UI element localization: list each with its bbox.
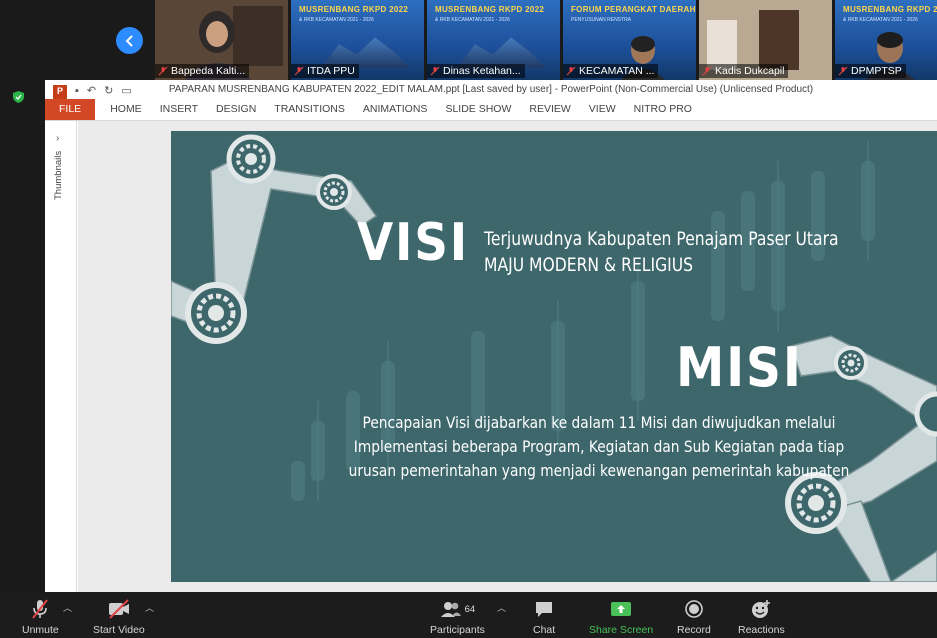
visi-line-2: MAJU MODERN & RELIGIUS xyxy=(484,254,694,276)
tab-review[interactable]: REVIEW xyxy=(520,99,579,120)
chevron-left-icon xyxy=(125,34,133,47)
participant-name-label: KECAMATAN ... xyxy=(563,64,659,78)
robot-arm-left xyxy=(171,134,378,344)
mic-muted-icon xyxy=(30,598,50,620)
slide-artwork xyxy=(171,134,937,582)
slide-canvas-area: VISI Terjuwudnya Kabupaten Penajam Paser… xyxy=(78,121,937,592)
misi-line-1: Pencapaian Visi dijabarkan ke dalam 11 M… xyxy=(362,413,836,432)
visi-statement: Terjuwudnya Kabupaten Penajam Paser Utar… xyxy=(484,226,839,278)
mic-muted-icon xyxy=(566,66,576,76)
gallery-back-button[interactable] xyxy=(116,27,143,54)
start-video-button[interactable]: Start Video xyxy=(93,598,145,636)
participant-tile[interactable]: MUSRENBANG RKPD 2022 & RKB KECAMATAN 202… xyxy=(427,0,560,80)
misi-heading: MISI xyxy=(676,336,803,399)
banner-title: MUSRENBANG RKPD 2022 xyxy=(299,5,409,14)
participants-count: 64 xyxy=(464,603,476,615)
video-options-caret[interactable]: ︿ xyxy=(145,601,154,614)
tab-design[interactable]: DESIGN xyxy=(207,99,265,120)
misi-statement: Pencapaian Visi dijabarkan ke dalam 11 M… xyxy=(332,411,865,483)
participant-tile[interactable]: Kadis Dukcapil xyxy=(699,0,832,80)
participant-name-label: ITDA PPU xyxy=(291,64,359,78)
slide[interactable]: VISI Terjuwudnya Kabupaten Penajam Paser… xyxy=(171,131,937,582)
participants-button[interactable]: 64 Participants xyxy=(430,598,485,636)
unmute-button[interactable]: Unmute xyxy=(22,598,59,636)
tab-transitions[interactable]: TRANSITIONS xyxy=(265,99,354,120)
chat-button[interactable]: Chat xyxy=(533,598,555,636)
participant-name-label: Dinas Ketahan... xyxy=(427,64,525,78)
audio-options-caret[interactable]: ︿ xyxy=(63,601,72,614)
thumbnails-label: Thumbnails xyxy=(53,151,64,201)
encryption-shield-icon[interactable] xyxy=(13,91,24,103)
reactions-button[interactable]: Reactions xyxy=(738,598,785,636)
participant-gallery-strip: Bappeda Kalti... MUSRENBANG RKPD 2022 & … xyxy=(0,0,937,80)
meeting-controls-toolbar: Unmute ︿ Start Video ︿ 64 Participants ︿… xyxy=(0,592,937,638)
banner-artwork xyxy=(321,37,411,68)
participants-options-caret[interactable]: ︿ xyxy=(497,601,506,614)
mic-muted-icon xyxy=(430,66,440,76)
participant-name-label: DPMPTSP xyxy=(835,64,906,78)
tab-slide-show[interactable]: SLIDE SHOW xyxy=(436,99,520,120)
video-off-icon xyxy=(107,598,131,620)
participant-tile[interactable]: MUSRENBANG RKPD 2022 & RKB KECAMATAN 202… xyxy=(291,0,424,80)
expand-thumbnails-icon[interactable]: › xyxy=(56,133,59,144)
ribbon-tabs: FILE HOME INSERT DESIGN TRANSITIONS ANIM… xyxy=(45,99,937,120)
visi-line-1: Terjuwudnya Kabupaten Penajam Paser Utar… xyxy=(484,228,839,250)
tab-view[interactable]: VIEW xyxy=(580,99,625,120)
tab-file[interactable]: FILE xyxy=(45,99,96,120)
record-icon xyxy=(684,598,704,620)
participant-name-label: Bappeda Kalti... xyxy=(155,64,250,78)
participant-tile[interactable]: FORUM PERANGKAT DAERAH PENYUSUNAN RENSTR… xyxy=(563,0,696,80)
window-title: PAPARAN MUSRENBANG KABUPATEN 2022_EDIT M… xyxy=(168,84,814,95)
mic-muted-icon xyxy=(158,66,168,76)
mic-muted-icon xyxy=(294,66,304,76)
visi-heading: VISI xyxy=(357,213,469,273)
participants-icon-group: 64 xyxy=(440,598,476,620)
zoom-meeting-window: Bappeda Kalti... MUSRENBANG RKPD 2022 & … xyxy=(0,0,937,638)
banner-title: MUSRENBANG RKPD 2022 xyxy=(435,5,545,14)
record-button[interactable]: Record xyxy=(677,598,711,636)
mic-muted-icon xyxy=(838,66,848,76)
shared-screen: P ▪ ↶ ↻ ▭ PAPARAN MUSRENBANG KABUPATEN 2… xyxy=(45,80,937,592)
ppt-title-bar: P ▪ ↶ ↻ ▭ PAPARAN MUSRENBANG KABUPATEN 2… xyxy=(45,80,937,99)
share-screen-icon xyxy=(610,598,632,620)
thumbnails-pane[interactable]: › Thumbnails xyxy=(45,121,77,592)
tab-nitro-pro[interactable]: NITRO PRO xyxy=(625,99,701,120)
reactions-smiley-icon xyxy=(750,598,772,620)
participant-tile[interactable]: MUSRENBANG RKPD 2022 & RKB KECAMATAN 202… xyxy=(835,0,937,80)
chat-icon xyxy=(534,598,554,620)
share-screen-button[interactable]: Share Screen xyxy=(589,598,653,636)
participant-name-label: Kadis Dukcapil xyxy=(699,64,789,78)
participants-icon xyxy=(440,602,461,617)
banner-subtitle: & RKB KECAMATAN 2021 - 2026 xyxy=(299,17,374,23)
misi-line-3: urusan pemerintahan yang menjadi kewenan… xyxy=(348,461,850,480)
banner-subtitle: & RKB KECAMATAN 2021 - 2026 xyxy=(435,17,510,23)
tab-home[interactable]: HOME xyxy=(101,99,151,120)
powerpoint-logo-icon: P xyxy=(53,84,67,99)
mic-muted-icon xyxy=(702,66,712,76)
banner-artwork xyxy=(457,37,547,68)
participant-tile[interactable]: Bappeda Kalti... xyxy=(155,0,288,80)
tab-insert[interactable]: INSERT xyxy=(151,99,207,120)
misi-line-2: Implementasi beberapa Program, Kegiatan … xyxy=(353,437,845,456)
tab-animations[interactable]: ANIMATIONS xyxy=(354,99,437,120)
